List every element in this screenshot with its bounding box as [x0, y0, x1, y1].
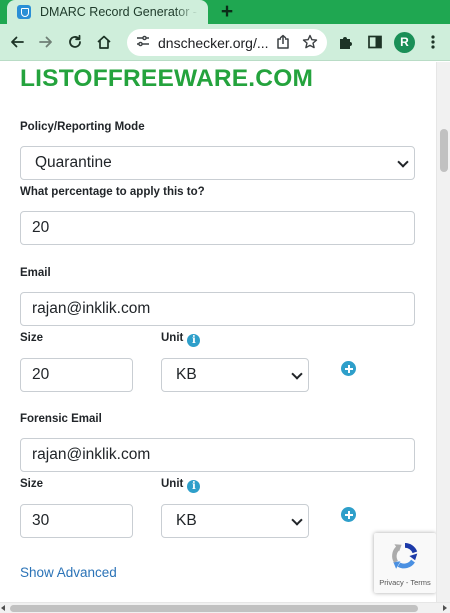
scroll-right-icon[interactable]: [443, 605, 447, 611]
page-viewport: LISTOFFREEWARE.COM Policy/Reporting Mode…: [0, 62, 450, 613]
policy-select[interactable]: Quarantine: [20, 146, 415, 180]
recaptcha-icon: [392, 543, 418, 569]
forensic-email-value: rajan@inklik.com: [32, 446, 151, 463]
size-value: 20: [32, 366, 50, 383]
forensic-email-label: Forensic Email: [20, 413, 102, 425]
recaptcha-badge[interactable]: Privacy - Terms: [374, 533, 436, 593]
vertical-scroll-thumb[interactable]: [440, 129, 448, 172]
forensic-unit-label-text: Unit: [161, 478, 184, 490]
add-email-button[interactable]: [341, 361, 356, 376]
new-tab-button[interactable]: +: [216, 1, 238, 23]
show-advanced-link[interactable]: Show Advanced: [20, 565, 117, 580]
tab-strip: DMARC Record Generator - C +: [0, 0, 450, 24]
chevron-down-icon: [291, 368, 303, 380]
add-forensic-email-button[interactable]: [341, 507, 356, 522]
arrow-left-icon[interactable]: [5, 30, 29, 54]
forensic-size-label: Size: [20, 478, 44, 490]
percentage-input[interactable]: 20: [20, 211, 415, 245]
site-logo: LISTOFFREEWARE.COM: [20, 65, 314, 92]
arrow-right-icon[interactable]: [34, 30, 58, 54]
forensic-size-value: 30: [32, 512, 50, 529]
horizontal-scroll-thumb[interactable]: [10, 605, 418, 612]
home-icon[interactable]: [92, 30, 116, 54]
forensic-unit-value: KB: [176, 512, 197, 529]
share-icon[interactable]: [271, 30, 295, 54]
forensic-unit-select[interactable]: KB: [161, 504, 309, 538]
chevron-down-icon: [291, 514, 303, 526]
url-text: dnschecker.org/...: [158, 34, 269, 51]
star-icon[interactable]: [298, 30, 322, 54]
policy-value: Quarantine: [35, 154, 112, 171]
forensic-size-input[interactable]: 30: [20, 504, 133, 538]
shield-favicon-icon: [17, 5, 31, 19]
chevron-down-icon: [397, 156, 409, 168]
forensic-unit-label: Unit i: [161, 478, 201, 493]
forensic-email-input[interactable]: rajan@inklik.com: [20, 438, 415, 472]
info-icon[interactable]: i: [187, 334, 201, 347]
sidebar-icon[interactable]: [363, 30, 387, 54]
browser-tab[interactable]: DMARC Record Generator - C: [7, 0, 208, 24]
address-bar[interactable]: dnschecker.org/...: [127, 29, 327, 56]
email-value: rajan@inklik.com: [32, 300, 151, 317]
kebab-menu-icon[interactable]: [421, 30, 445, 54]
horizontal-scrollbar[interactable]: [0, 602, 450, 613]
reload-icon[interactable]: [63, 30, 87, 54]
unit-label: Unit i: [161, 332, 201, 347]
percentage-label: What percentage to apply this to?: [20, 186, 205, 198]
browser-toolbar: dnschecker.org/... R: [0, 24, 450, 61]
scroll-left-icon[interactable]: [1, 605, 5, 611]
size-label: Size: [20, 332, 44, 344]
unit-label-text: Unit: [161, 332, 184, 344]
unit-select[interactable]: KB: [161, 358, 309, 392]
policy-label: Policy/Reporting Mode: [20, 121, 145, 133]
dmarc-form: LISTOFFREEWARE.COM Policy/Reporting Mode…: [0, 62, 436, 602]
size-input[interactable]: 20: [20, 358, 133, 392]
vertical-scrollbar[interactable]: [436, 62, 450, 602]
puzzle-icon[interactable]: [334, 30, 358, 54]
tune-icon[interactable]: [136, 34, 150, 52]
profile-avatar[interactable]: R: [394, 32, 415, 53]
tab-title: DMARC Record Generator - C: [40, 5, 198, 19]
unit-value: KB: [176, 366, 197, 383]
info-icon[interactable]: i: [187, 480, 201, 493]
recaptcha-links[interactable]: Privacy - Terms: [374, 578, 436, 587]
email-label: Email: [20, 267, 51, 279]
email-input[interactable]: rajan@inklik.com: [20, 292, 415, 326]
percentage-value: 20: [32, 219, 50, 236]
